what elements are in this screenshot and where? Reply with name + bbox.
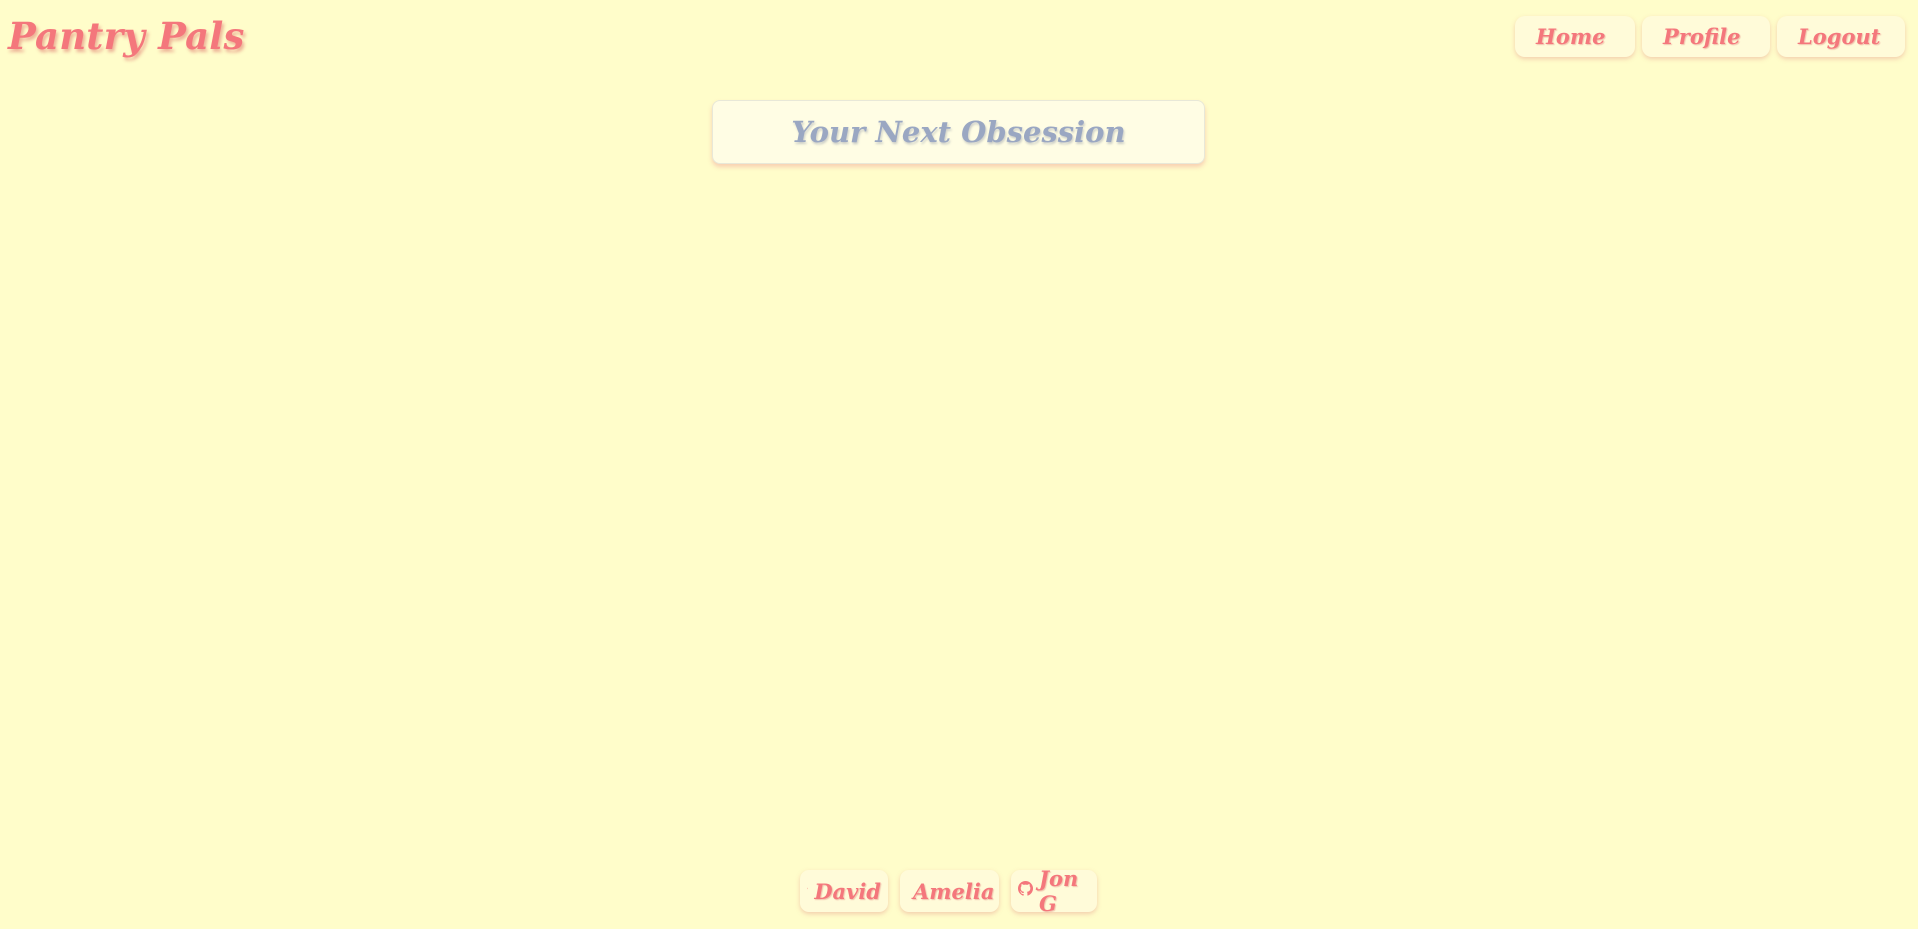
brand-logo[interactable]: Pantry Pals: [8, 14, 245, 58]
credit-label-amelia: Amelia: [913, 878, 995, 904]
credit-link-david[interactable]: David: [800, 870, 888, 912]
page-title-card: Your Next Obsession: [712, 100, 1205, 164]
nav-profile-button[interactable]: Profile: [1642, 16, 1770, 57]
nav-home-button[interactable]: Home: [1515, 16, 1635, 57]
nav-logout-button[interactable]: Logout: [1777, 16, 1905, 57]
credit-link-jon-g[interactable]: Jon G: [1011, 866, 1097, 916]
page-title: Your Next Obsession: [791, 115, 1126, 149]
nav-logout-label: Logout: [1798, 24, 1881, 49]
nav-profile-label: Profile: [1663, 24, 1741, 49]
github-icon: [807, 887, 809, 889]
credit-link-amelia[interactable]: Amelia: [900, 870, 999, 912]
nav-home-label: Home: [1536, 24, 1606, 49]
github-icon: [1018, 880, 1034, 896]
top-nav: Home Profile Logout: [1515, 16, 1905, 57]
page: Pantry Pals Home Profile Logout Your Nex…: [0, 0, 1918, 929]
footer-credits: David Amelia Jon G: [800, 866, 1097, 916]
credit-label-jon-g: Jon G: [1039, 866, 1079, 916]
credit-label-david: David: [814, 878, 881, 904]
